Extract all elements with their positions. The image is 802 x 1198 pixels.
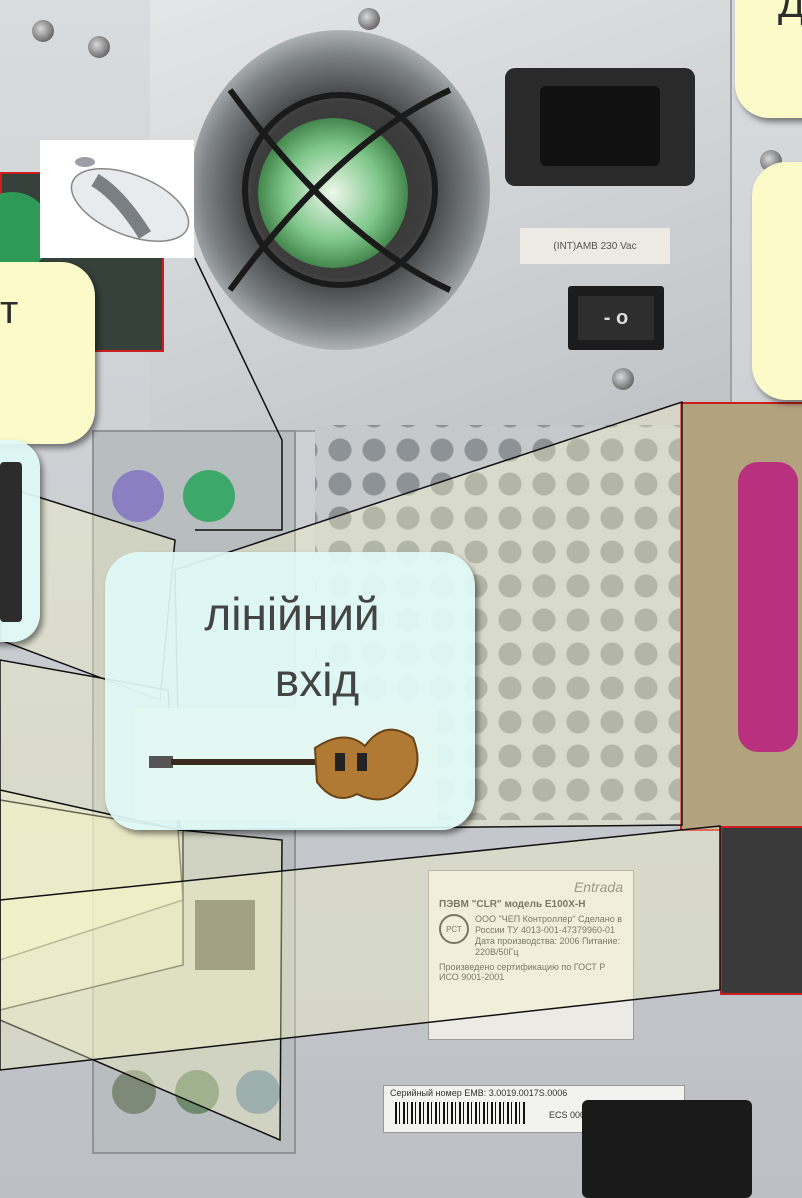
ps2-keyboard-port xyxy=(112,470,164,522)
port-callout-text: т xyxy=(0,288,19,332)
audio-jack xyxy=(236,1070,280,1114)
screw-icon xyxy=(612,368,634,390)
pc-rear-panel-scene: (INT)AMB 230 Vac - o Entrada ПЭВМ "CLR" … xyxy=(0,0,802,1198)
top-right-callout-text: Д xyxy=(778,0,802,26)
parallel-port xyxy=(738,462,798,752)
barcode-icon xyxy=(395,1102,525,1124)
screw-icon xyxy=(32,20,54,42)
sticker-model: ПЭВМ "CLR" модель E100X-H xyxy=(439,899,586,910)
ps2-mouse-port xyxy=(183,470,235,522)
line-in-title-line1: лінійний xyxy=(204,588,380,640)
sticker-body: ООО "ЧЕП Контроллер" Сделано в России ТУ… xyxy=(475,914,623,957)
psu-voltage-plate: (INT)AMB 230 Vac xyxy=(520,228,670,264)
audio-jack xyxy=(175,1070,219,1114)
power-inlet-pins xyxy=(540,86,660,166)
audio-jack-block xyxy=(195,900,255,970)
line-in-callout: лінійний вхід xyxy=(105,552,475,830)
usb-port-highlight xyxy=(720,826,802,995)
serial-label: Серийный номер ЕМВ: 3.0019.0017S.0006 xyxy=(390,1088,568,1098)
sticker-brand: Entrada xyxy=(573,879,623,895)
sticker-standard: Произведено сертификацию по ГОСТ Р ИСО 9… xyxy=(439,962,606,982)
right-callout-partial xyxy=(752,162,802,400)
model-sticker: Entrada ПЭВМ "CLR" модель E100X-H РСТ ОО… xyxy=(428,870,634,1040)
line-in-title-line2: вхід xyxy=(274,654,360,706)
fan-guard-icon xyxy=(227,87,452,293)
power-cable-plug xyxy=(582,1100,752,1198)
mouse-icon xyxy=(70,157,190,242)
mouse-picture xyxy=(40,140,194,258)
screw-icon xyxy=(358,8,380,30)
guitar-icon xyxy=(149,728,419,801)
certification-seal-icon: РСТ xyxy=(439,914,469,944)
audio-jack xyxy=(112,1070,156,1114)
cyan-callout-device xyxy=(0,462,22,622)
power-switch-face: - o xyxy=(578,296,654,340)
guitar-picture xyxy=(135,708,437,820)
screw-icon xyxy=(88,36,110,58)
